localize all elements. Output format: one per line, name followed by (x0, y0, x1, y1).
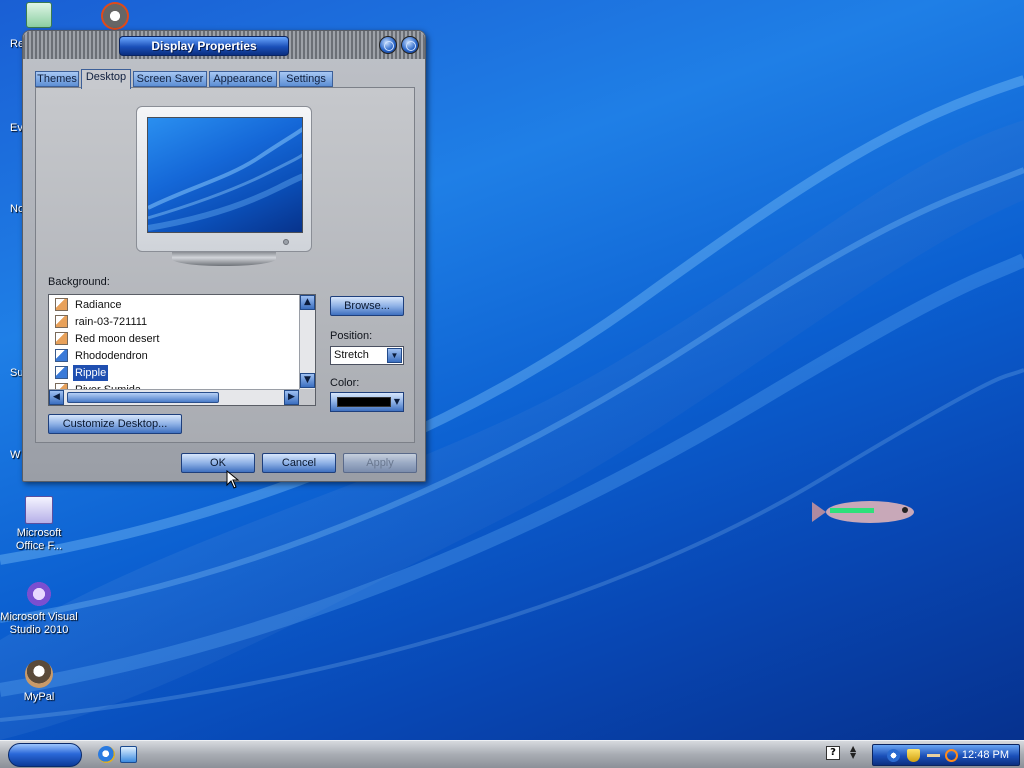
desktop-icon-office[interactable]: Microsoft Office F... (0, 496, 78, 553)
desktop-icon-label: MyPal (23, 691, 55, 703)
tab-appearance[interactable]: Appearance (209, 71, 277, 87)
film-reel-icon (101, 2, 129, 30)
desktop-icon-label: Microsoft (16, 527, 62, 539)
mypal-icon (25, 660, 53, 688)
scroll-up-icon[interactable]: ▲ (300, 295, 315, 310)
list-item[interactable]: rain-03-721111 (53, 314, 293, 330)
image-file-icon (55, 332, 68, 345)
tab-screen-saver[interactable]: Screen Saver (133, 71, 207, 87)
volume-icon[interactable] (927, 754, 940, 757)
cancel-button[interactable]: Cancel (262, 453, 336, 473)
help-button[interactable] (379, 36, 397, 54)
desktop-icon-label: Office F... (15, 540, 63, 552)
apply-button[interactable]: Apply (343, 453, 417, 473)
color-picker-button[interactable]: ▼ (330, 392, 404, 412)
display-properties-dialog: Display Properties Themes Desktop Screen… (22, 30, 426, 482)
chevron-down-icon: ▼ (393, 397, 400, 406)
browse-button[interactable]: Browse... (330, 296, 404, 316)
wallpaper-preview (147, 117, 303, 233)
chevron-down-icon[interactable]: ▼ (387, 348, 402, 363)
color-swatch (337, 397, 391, 407)
position-dropdown[interactable]: Stretch ▼ (330, 346, 404, 365)
position-value: Stretch (334, 349, 369, 361)
help-icon[interactable]: ? (826, 746, 840, 760)
image-file-icon (55, 298, 68, 311)
internet-explorer-icon[interactable] (98, 746, 115, 763)
list-item[interactable]: Rhododendron (53, 348, 293, 364)
scroll-right-icon[interactable]: ▶ (284, 390, 299, 405)
media-icon[interactable] (76, 2, 154, 33)
office-icon (25, 496, 53, 524)
image-file-icon (55, 366, 68, 379)
search-icon[interactable] (945, 749, 958, 762)
monitor-stand (172, 252, 276, 266)
show-desktop-icon[interactable] (120, 746, 137, 763)
ok-button[interactable]: OK (181, 453, 255, 473)
recycle-icon (26, 2, 52, 28)
start-button[interactable] (8, 743, 82, 767)
position-label: Position: (330, 330, 373, 342)
system-tray: 12:48 PM (872, 744, 1020, 766)
list-item[interactable]: Radiance (53, 297, 293, 313)
scroll-corner (299, 389, 315, 405)
desktop-icon-label: W (10, 449, 21, 461)
background-list[interactable]: Radiance rain-03-721111 Red moon desert … (48, 294, 316, 406)
network-icon[interactable] (887, 749, 900, 762)
tab-settings[interactable]: Settings (279, 71, 333, 87)
monitor-preview (136, 106, 312, 252)
desktop-icon-visual-studio[interactable]: Microsoft Visual Studio 2010 (0, 580, 78, 637)
desktop-tab-panel: Background: Radiance rain-03-721111 Red … (35, 87, 415, 443)
list-item-selected[interactable]: Ripple (53, 365, 293, 381)
dialog-title: Display Properties (119, 36, 289, 56)
tray-arrows-icon[interactable]: ▲ ▼ (850, 745, 863, 760)
taskbar: ? ▲ ▼ 12:48 PM (0, 740, 1024, 768)
mouse-cursor-icon (226, 470, 240, 489)
scroll-down-icon[interactable]: ▼ (300, 373, 315, 388)
vertical-scrollbar[interactable]: ▲ ▼ (299, 295, 315, 390)
close-button[interactable] (401, 36, 419, 54)
fish-icon (812, 501, 914, 523)
background-label: Background: (48, 276, 110, 288)
power-light-icon (283, 239, 289, 245)
image-file-icon (55, 349, 68, 362)
customize-desktop-button[interactable]: Customize Desktop... (48, 414, 182, 434)
visual-studio-icon (25, 580, 53, 608)
list-item[interactable]: Red moon desert (53, 331, 293, 347)
horizontal-scrollbar[interactable]: ◀ ▶ (49, 389, 301, 405)
clock[interactable]: 12:48 PM (962, 745, 1009, 766)
image-file-icon (55, 315, 68, 328)
desktop-icon-label: Ev (10, 122, 23, 134)
scroll-thumb[interactable] (67, 392, 219, 403)
tab-desktop[interactable]: Desktop (81, 69, 131, 89)
desktop-icon-label: Microsoft Visual (0, 611, 78, 623)
title-bar[interactable]: Display Properties (23, 31, 425, 59)
desktop-icon-label: Studio 2010 (9, 624, 69, 636)
recycle-bin-icon[interactable] (0, 2, 78, 31)
scroll-left-icon[interactable]: ◀ (49, 390, 64, 405)
tab-themes[interactable]: Themes (35, 71, 79, 87)
shield-icon[interactable] (907, 749, 920, 762)
desktop-icon-mypal[interactable]: MyPal (0, 660, 78, 704)
color-label: Color: (330, 377, 360, 389)
